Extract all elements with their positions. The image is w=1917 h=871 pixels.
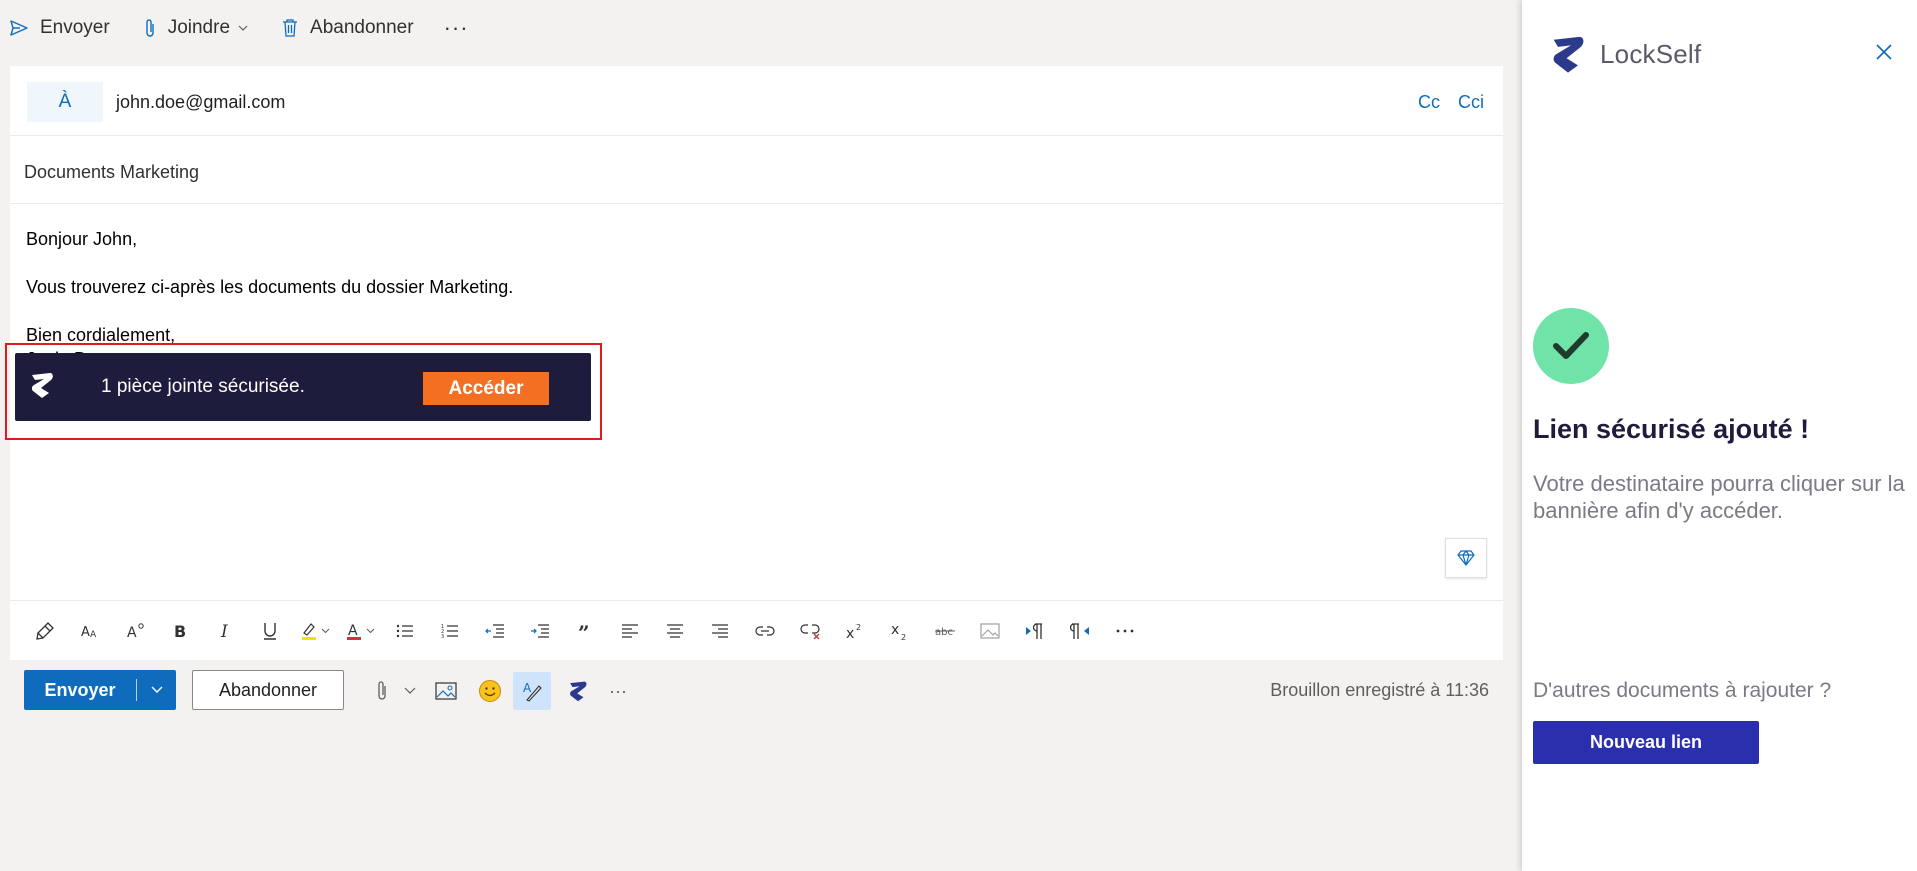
insert-picture-icon[interactable]: [430, 675, 462, 707]
body-line-greeting: Bonjour John,: [26, 229, 138, 249]
decrease-indent-icon[interactable]: [472, 611, 517, 651]
compose-pane: Envoyer Joindre Abandonner ··· À john.do…: [0, 0, 1522, 871]
svg-text:A: A: [127, 625, 137, 640]
to-row: À john.doe@gmail.com Cc Cci: [10, 66, 1503, 136]
italic-icon[interactable]: I: [202, 611, 247, 651]
link-icon[interactable]: [742, 611, 787, 651]
bullets-icon[interactable]: [382, 611, 427, 651]
svg-text:x: x: [891, 622, 899, 638]
send-icon: [10, 20, 28, 36]
rtl-icon[interactable]: [1057, 611, 1102, 651]
bold-icon[interactable]: B: [157, 611, 202, 651]
font-size-icon[interactable]: AA: [67, 611, 112, 651]
attach-chevron-down-icon[interactable]: [394, 675, 426, 707]
svg-text:A: A: [348, 623, 358, 639]
svg-text:”: ”: [578, 624, 590, 638]
lockself-logo-icon: [31, 373, 53, 398]
highlight-icon[interactable]: [292, 611, 337, 651]
subscript-icon[interactable]: x2: [877, 611, 922, 651]
lockself-logo-icon: [1553, 36, 1584, 73]
panel-question: D'autres documents à rajouter ?: [1533, 679, 1832, 702]
to-button[interactable]: À: [27, 82, 103, 122]
lockself-panel: LockSelf Lien sécurisé ajouté ! Votre de…: [1522, 0, 1917, 871]
align-center-icon[interactable]: [652, 611, 697, 651]
text-effects-icon[interactable]: A: [112, 611, 157, 651]
ltr-icon[interactable]: [1012, 611, 1057, 651]
panel-header-logo: LockSelf: [1548, 34, 1701, 74]
format-painter-icon[interactable]: [22, 611, 67, 651]
svg-text:A: A: [90, 630, 97, 640]
paperclip-icon: [146, 19, 154, 37]
discard-toolbar-button[interactable]: Abandonner: [282, 8, 414, 48]
premium-diamond-button[interactable]: [1445, 538, 1487, 578]
secure-attachment-banner: 1 pièce jointe sécurisée. Accéder: [15, 353, 591, 421]
superscript-icon[interactable]: x2: [832, 611, 877, 651]
draft-status: Brouillon enregistré à 11:36: [1270, 680, 1489, 700]
bcc-link[interactable]: Cci: [1458, 92, 1484, 113]
align-right-icon[interactable]: [697, 611, 742, 651]
recipient-field[interactable]: john.doe@gmail.com: [116, 92, 285, 113]
attach-toolbar-label: Joindre: [167, 17, 231, 38]
strikethrough-icon[interactable]: abc: [922, 611, 967, 651]
svg-text:2: 2: [856, 623, 861, 632]
svg-text:A: A: [523, 681, 532, 695]
font-color-icon[interactable]: A: [337, 611, 382, 651]
attach-toolbar-button[interactable]: Joindre: [144, 8, 248, 48]
svg-text:I: I: [220, 622, 228, 640]
top-toolbar: Envoyer Joindre Abandonner ···: [0, 0, 1522, 56]
new-link-button[interactable]: Nouveau lien: [1533, 721, 1759, 764]
panel-close-icon[interactable]: [1876, 44, 1892, 65]
lockself-addin-icon[interactable]: [562, 675, 594, 707]
panel-brand-name: LockSelf: [1600, 38, 1702, 69]
send-toolbar-button[interactable]: Envoyer: [10, 8, 110, 48]
chevron-down-icon: [238, 25, 248, 31]
more-options-button[interactable]: ···: [444, 15, 469, 41]
cc-link[interactable]: Cc: [1418, 92, 1440, 113]
svg-text:A: A: [81, 625, 90, 640]
access-button[interactable]: Accéder: [423, 372, 549, 405]
success-check-icon: [1533, 308, 1609, 384]
editor-icon[interactable]: A: [513, 672, 551, 710]
send-options-chevron-icon[interactable]: [137, 686, 176, 694]
panel-title: Lien sécurisé ajouté !: [1533, 414, 1810, 444]
svg-text:abc: abc: [935, 627, 953, 638]
align-left-icon[interactable]: [607, 611, 652, 651]
quote-icon[interactable]: ”: [562, 611, 607, 651]
send-toolbar-label: Envoyer: [40, 17, 110, 38]
body-line-content: Vous trouverez ci-après les documents du…: [26, 277, 514, 297]
increase-indent-icon[interactable]: [517, 611, 562, 651]
trash-icon: [283, 19, 298, 37]
banner-text: 1 pièce jointe sécurisée.: [101, 376, 305, 397]
image-icon[interactable]: [967, 611, 1012, 651]
svg-text:2: 2: [901, 633, 906, 641]
send-button-label: Envoyer: [44, 679, 116, 700]
format-toolbar: AA A B I A 123 ” x2 x2 abc: [10, 600, 1503, 660]
emoji-icon[interactable]: [474, 675, 506, 707]
panel-description: Votre destinataire pourra cliquer sur la…: [1533, 471, 1905, 523]
numbering-icon[interactable]: 123: [427, 611, 472, 651]
svg-text:3: 3: [441, 634, 444, 639]
underline-icon[interactable]: [247, 611, 292, 651]
diamond-icon: [1457, 550, 1475, 566]
more-actions-button[interactable]: ···: [602, 675, 634, 707]
discard-button[interactable]: Abandonner: [192, 670, 344, 710]
subject-field[interactable]: Documents Marketing: [24, 162, 199, 183]
send-button[interactable]: Envoyer: [24, 670, 176, 710]
svg-text:B: B: [174, 622, 186, 640]
compose-action-bar: Envoyer Abandonner A ··· Brouillon enreg…: [10, 660, 1503, 720]
unlink-icon[interactable]: [787, 611, 832, 651]
discard-toolbar-label: Abandonner: [310, 17, 414, 38]
subject-row: Documents Marketing: [10, 136, 1503, 204]
more-icon[interactable]: [1102, 611, 1147, 651]
svg-text:x: x: [846, 626, 854, 640]
